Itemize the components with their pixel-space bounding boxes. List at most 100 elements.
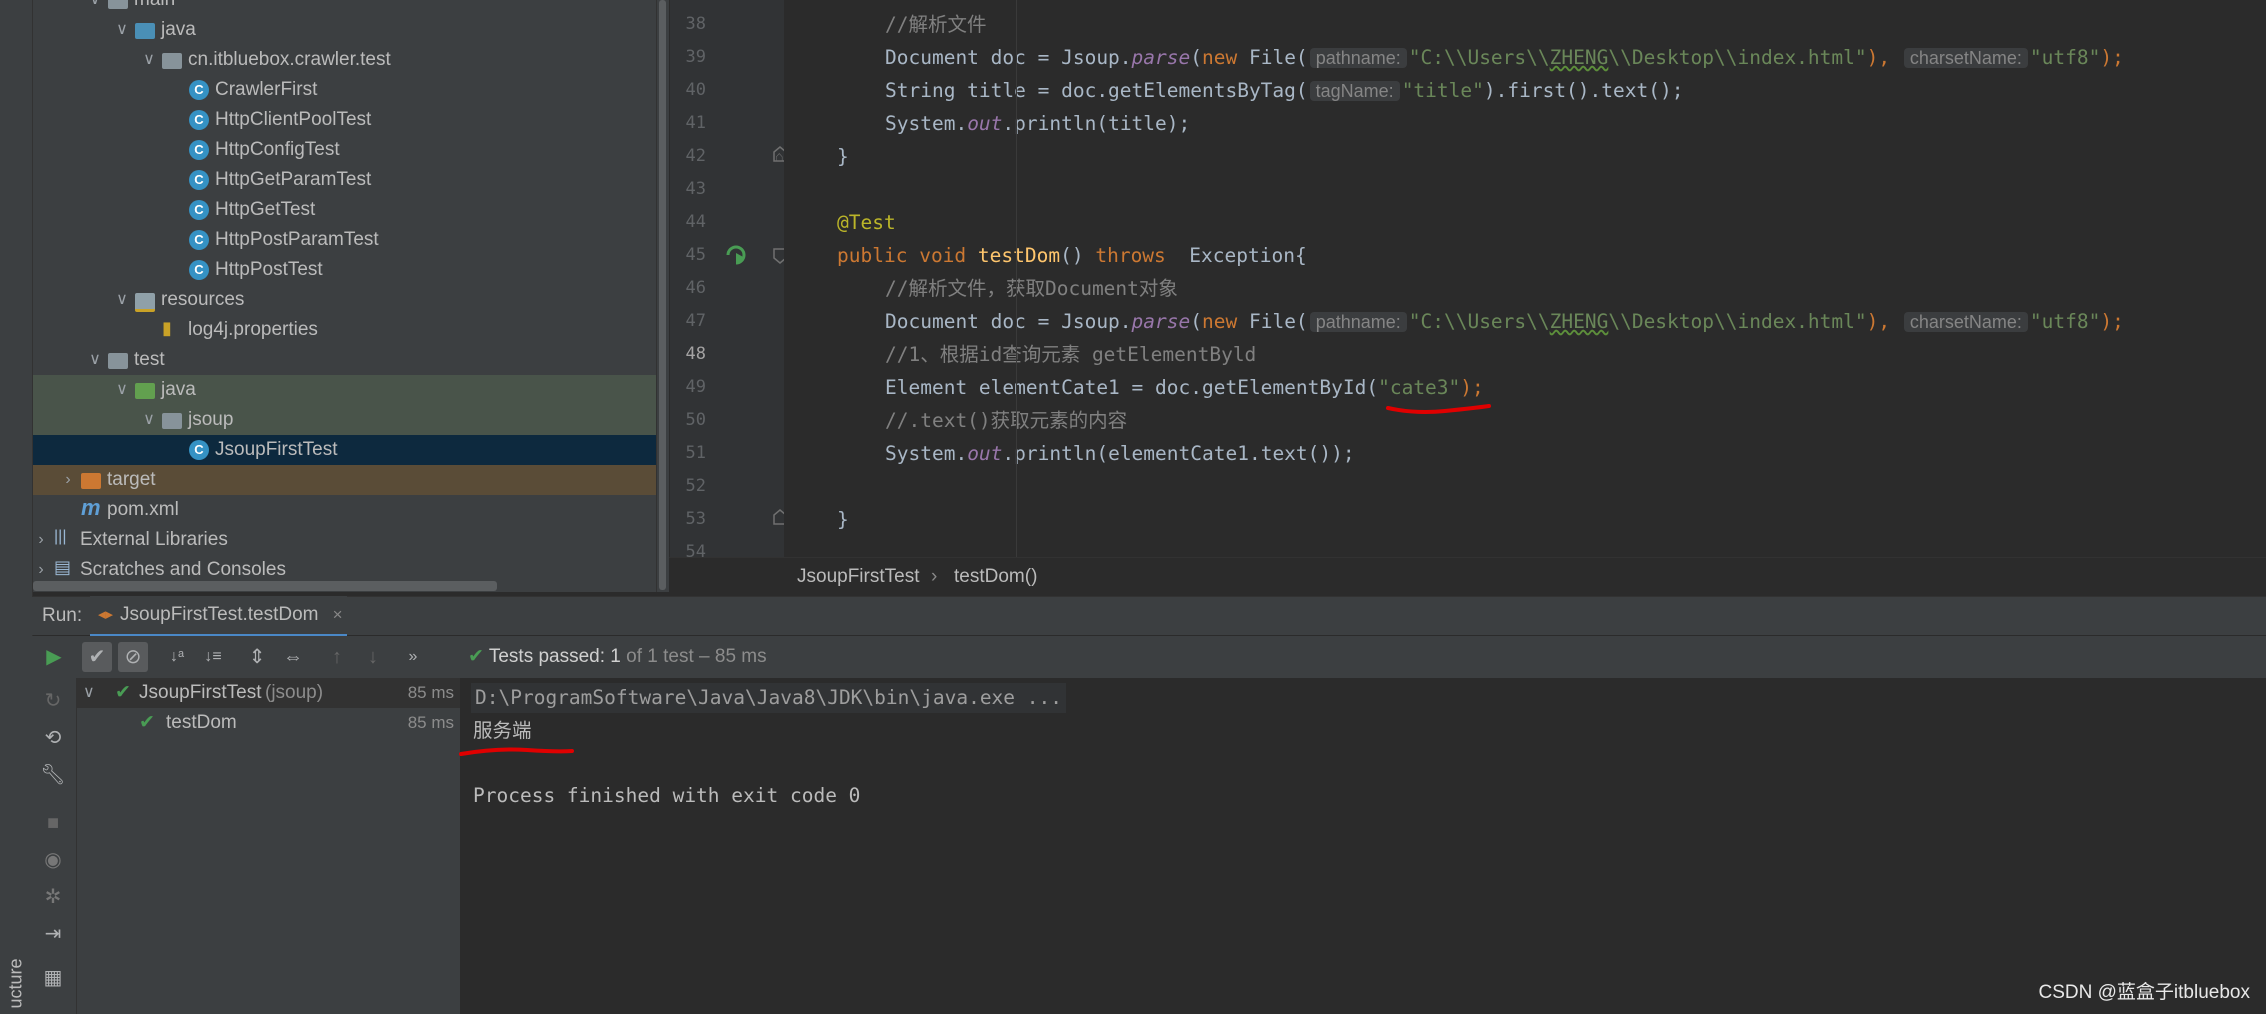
line-number: 38: [685, 14, 706, 34]
test-class-icon: C: [189, 440, 209, 460]
run-test-icon[interactable]: [725, 244, 747, 266]
tree-item[interactable]: m pom.xml: [33, 495, 669, 525]
code-line-53[interactable]: }: [837, 503, 849, 536]
chevron-down-icon[interactable]: ∨: [86, 0, 104, 15]
code-line-39[interactable]: Document doc = Jsoup.parse(new File(path…: [885, 41, 2124, 74]
console-command-line[interactable]: D:\ProgramSoftware\Java\Java8\JDK\bin\ja…: [471, 683, 1066, 713]
code-line-50[interactable]: //.text()获取元素的内容: [885, 404, 1127, 437]
tree-item[interactable]: C HttpClientPoolTest: [33, 105, 669, 135]
code-line-48[interactable]: //1、根据id查询元素 getElementByld: [885, 338, 1256, 371]
code-line-51[interactable]: System.out.println(elementCate1.text());: [885, 437, 1355, 470]
tree-item[interactable]: C HttpConfigTest: [33, 135, 669, 165]
collapse-all-icon[interactable]: ⇔: [278, 642, 308, 672]
tree-item[interactable]: C CrawlerFirst: [33, 75, 669, 105]
debug-icon[interactable]: ✲: [38, 882, 68, 912]
tree-item[interactable]: ∨ cn.itbluebox.crawler.test: [33, 45, 669, 75]
run-tab[interactable]: ◂▸ JsoupFirstTest.testDom ×: [90, 596, 347, 637]
close-tab-icon[interactable]: ×: [333, 596, 343, 634]
next-failed-icon[interactable]: ↓: [358, 642, 388, 672]
tree-item[interactable]: ∨ test: [33, 345, 669, 375]
libraries-icon: |||: [54, 528, 67, 545]
code-line-40[interactable]: String title = doc.getElementsByTag(tagN…: [885, 74, 1683, 107]
chevron-down-icon[interactable]: ∨: [140, 45, 158, 75]
tree-item-label: java: [161, 19, 196, 40]
chevron-right-icon[interactable]: ›: [59, 465, 77, 495]
tree-item-label: HttpPostTest: [215, 259, 323, 280]
red-annotation-stroke: [459, 747, 574, 756]
package-icon: [162, 413, 182, 429]
tree-item-label: jsoup: [188, 409, 234, 430]
toggle-auto-test-icon[interactable]: ⟲: [38, 723, 68, 753]
camera-icon[interactable]: ◉: [38, 845, 68, 875]
tree-item-label: java: [161, 379, 196, 400]
code-editor[interactable]: //解析文件 Document doc = Jsoup.parse(new Fi…: [784, 0, 2230, 557]
rerun-failed-icon[interactable]: ↻: [38, 686, 68, 716]
tree-item[interactable]: › target: [33, 465, 669, 495]
sort-by-duration-icon[interactable]: ↓≡: [198, 642, 228, 672]
test-case-label: testDom: [166, 712, 237, 733]
previous-failed-icon[interactable]: ↑: [322, 642, 352, 672]
project-tree-panel: ∨main∨java∨cn.itbluebox.crawler.testCCra…: [33, 0, 669, 592]
code-line-41[interactable]: System.out.println(title);: [885, 107, 1190, 140]
line-number: 43: [685, 179, 706, 199]
stop-icon[interactable]: ■: [38, 808, 68, 838]
code-line-46[interactable]: //解析文件，获取Document对象: [885, 272, 1178, 305]
more-actions-icon[interactable]: »: [398, 642, 428, 672]
tree-item[interactable]: C JsoupFirstTest: [33, 435, 669, 465]
chevron-down-icon[interactable]: ∨: [86, 345, 104, 375]
code-line-42[interactable]: }: [837, 140, 849, 173]
tree-item-label: HttpClientPoolTest: [215, 109, 372, 130]
wrench-icon[interactable]: 🔧︎: [38, 760, 68, 790]
tree-item[interactable]: ∨ main: [33, 0, 669, 15]
code-line-45[interactable]: public void testDom() throws Exception{: [837, 239, 1307, 272]
tree-item[interactable]: ▮ log4j.properties: [33, 315, 669, 345]
tree-item[interactable]: ∨ java: [33, 375, 669, 405]
chevron-down-icon[interactable]: ∨: [83, 678, 95, 708]
show-ignored-icon[interactable]: ⊘: [118, 642, 148, 672]
tree-item[interactable]: C HttpGetTest: [33, 195, 669, 225]
test-suite-row[interactable]: ∨ ✔ JsoupFirstTest (jsoup) 85 ms: [77, 678, 460, 708]
tree-item[interactable]: › ||| External Libraries: [33, 525, 669, 555]
chevron-down-icon[interactable]: ∨: [113, 285, 131, 315]
tree-item[interactable]: ∨ resources: [33, 285, 669, 315]
tree-item[interactable]: ∨ jsoup: [33, 405, 669, 435]
sort-alphabetically-icon[interactable]: ↓ᵃ: [162, 642, 192, 672]
tree-item[interactable]: C HttpPostTest: [33, 255, 669, 285]
chevron-down-icon[interactable]: ∨: [113, 375, 131, 405]
line-number: 51: [685, 443, 706, 463]
structure-tool-label[interactable]: ucture: [6, 949, 27, 1008]
run-config-icon: ◂▸: [98, 606, 114, 623]
console-output[interactable]: D:\ProgramSoftware\Java\Java8\JDK\bin\ja…: [461, 678, 2266, 1014]
class-icon: C: [189, 110, 209, 130]
breadcrumb-class[interactable]: JsoupFirstTest: [797, 558, 919, 596]
tree-item[interactable]: ∨ java: [33, 15, 669, 45]
code-line-44[interactable]: @Test: [837, 206, 896, 239]
chevron-down-icon[interactable]: ∨: [140, 405, 158, 435]
rerun-icon[interactable]: ▶: [39, 642, 69, 672]
tree-item-label: cn.itbluebox.crawler.test: [188, 49, 391, 70]
breadcrumb-method[interactable]: testDom(): [954, 558, 1037, 596]
tree-item[interactable]: C HttpGetParamTest: [33, 165, 669, 195]
code-line-47[interactable]: Document doc = Jsoup.parse(new File(path…: [885, 305, 2124, 338]
chevron-down-icon[interactable]: ∨: [113, 15, 131, 45]
code-line-38[interactable]: //解析文件: [885, 8, 986, 41]
test-case-row[interactable]: ✔ testDom 85 ms: [77, 708, 460, 738]
tree-item-label: HttpGetParamTest: [215, 169, 372, 190]
project-tree-horizontal-scrollbar[interactable]: [33, 581, 497, 591]
run-label: Run:: [42, 605, 83, 626]
project-tree-scrollbar-thumb[interactable]: [659, 0, 666, 590]
show-passed-icon[interactable]: ✔: [82, 642, 112, 672]
chevron-right-icon[interactable]: ›: [33, 525, 50, 555]
line-number: 39: [685, 47, 706, 67]
selected-string-cate3[interactable]: "cate3": [1378, 376, 1460, 399]
resources-folder-icon: [135, 293, 155, 312]
run-toolbar: ▶ ✔ ⊘ ↓ᵃ ↓≡ ⇕ ⇔ ↑ ↓ » ✔ Tests passed: 1 …: [32, 636, 2266, 678]
tree-item[interactable]: C HttpPostParamTest: [33, 225, 669, 255]
expand-all-icon[interactable]: ⇕: [242, 642, 272, 672]
tree-item-label: HttpGetTest: [215, 199, 316, 220]
test-suite-label: JsoupFirstTest: [139, 682, 262, 703]
excluded-folder-icon: [81, 473, 101, 489]
exit-icon[interactable]: ⇥: [38, 919, 68, 949]
parameter-hint: tagName:: [1309, 81, 1400, 101]
layout-icon[interactable]: ▦: [38, 963, 68, 993]
